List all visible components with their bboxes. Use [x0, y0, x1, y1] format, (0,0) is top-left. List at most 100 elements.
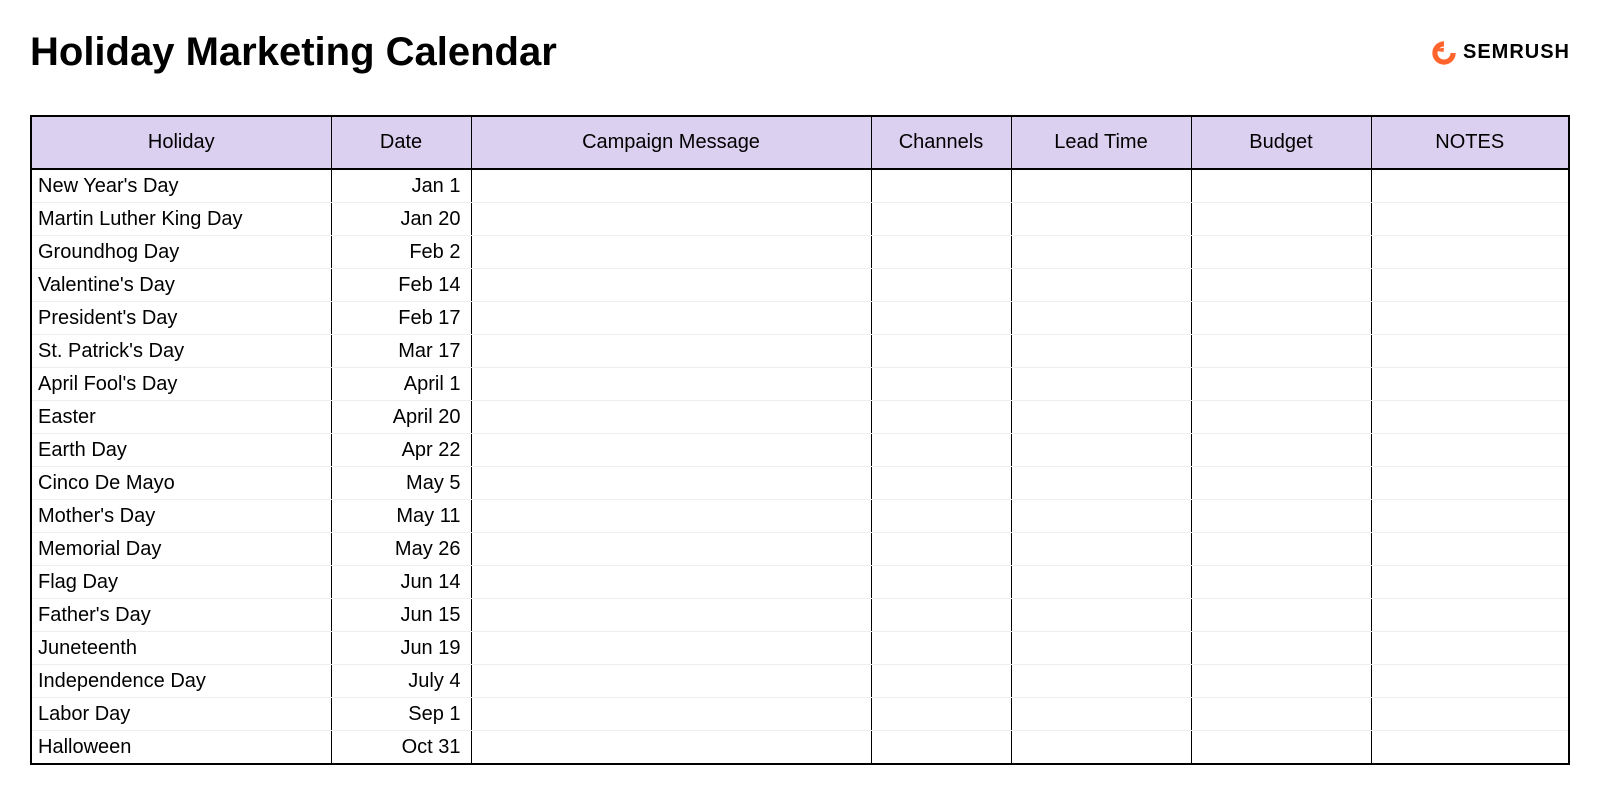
cell-channels	[871, 698, 1011, 731]
cell-notes	[1371, 434, 1569, 467]
cell-date: Sep 1	[331, 698, 471, 731]
cell-campaign	[471, 566, 871, 599]
cell-budget	[1191, 467, 1371, 500]
cell-campaign	[471, 269, 871, 302]
cell-date: Apr 22	[331, 434, 471, 467]
table-body: New Year's DayJan 1Martin Luther King Da…	[31, 169, 1569, 764]
cell-channels	[871, 665, 1011, 698]
cell-date: Mar 17	[331, 335, 471, 368]
cell-campaign	[471, 500, 871, 533]
cell-holiday: Martin Luther King Day	[31, 203, 331, 236]
cell-notes	[1371, 731, 1569, 765]
cell-campaign	[471, 169, 871, 203]
cell-lead-time	[1011, 169, 1191, 203]
cell-channels	[871, 203, 1011, 236]
table-row: President's DayFeb 17	[31, 302, 1569, 335]
cell-date: Feb 17	[331, 302, 471, 335]
cell-holiday: Mother's Day	[31, 500, 331, 533]
cell-date: Jun 15	[331, 599, 471, 632]
table-row: Martin Luther King DayJan 20	[31, 203, 1569, 236]
cell-notes	[1371, 368, 1569, 401]
cell-budget	[1191, 368, 1371, 401]
cell-holiday: St. Patrick's Day	[31, 335, 331, 368]
cell-date: Jun 14	[331, 566, 471, 599]
cell-notes	[1371, 599, 1569, 632]
cell-budget	[1191, 533, 1371, 566]
cell-campaign	[471, 401, 871, 434]
table-row: Groundhog DayFeb 2	[31, 236, 1569, 269]
cell-channels	[871, 335, 1011, 368]
cell-date: May 5	[331, 467, 471, 500]
cell-holiday: Halloween	[31, 731, 331, 765]
cell-budget	[1191, 500, 1371, 533]
cell-channels	[871, 533, 1011, 566]
col-header-budget: Budget	[1191, 116, 1371, 169]
cell-campaign	[471, 632, 871, 665]
col-header-campaign: Campaign Message	[471, 116, 871, 169]
cell-holiday: New Year's Day	[31, 169, 331, 203]
cell-budget	[1191, 302, 1371, 335]
cell-channels	[871, 302, 1011, 335]
cell-budget	[1191, 335, 1371, 368]
cell-budget	[1191, 169, 1371, 203]
cell-lead-time	[1011, 533, 1191, 566]
table-row: Earth DayApr 22	[31, 434, 1569, 467]
cell-notes	[1371, 533, 1569, 566]
cell-holiday: Cinco De Mayo	[31, 467, 331, 500]
cell-lead-time	[1011, 500, 1191, 533]
cell-date: April 1	[331, 368, 471, 401]
cell-budget	[1191, 731, 1371, 765]
table-header-row: Holiday Date Campaign Message Channels L…	[31, 116, 1569, 169]
cell-channels	[871, 566, 1011, 599]
cell-channels	[871, 401, 1011, 434]
cell-lead-time	[1011, 335, 1191, 368]
table-row: EasterApril 20	[31, 401, 1569, 434]
cell-holiday: Easter	[31, 401, 331, 434]
col-header-channels: Channels	[871, 116, 1011, 169]
cell-budget	[1191, 434, 1371, 467]
cell-campaign	[471, 434, 871, 467]
cell-holiday: Flag Day	[31, 566, 331, 599]
cell-channels	[871, 731, 1011, 765]
cell-lead-time	[1011, 731, 1191, 765]
cell-lead-time	[1011, 632, 1191, 665]
calendar-table: Holiday Date Campaign Message Channels L…	[30, 115, 1570, 765]
cell-campaign	[471, 203, 871, 236]
cell-channels	[871, 434, 1011, 467]
col-header-notes: NOTES	[1371, 116, 1569, 169]
page-title: Holiday Marketing Calendar	[30, 30, 557, 75]
cell-date: Jun 19	[331, 632, 471, 665]
cell-budget	[1191, 599, 1371, 632]
cell-budget	[1191, 632, 1371, 665]
cell-notes	[1371, 566, 1569, 599]
cell-date: Jan 1	[331, 169, 471, 203]
cell-holiday: April Fool's Day	[31, 368, 331, 401]
cell-notes	[1371, 203, 1569, 236]
cell-notes	[1371, 500, 1569, 533]
cell-notes	[1371, 236, 1569, 269]
brand-name: SEMRUSH	[1463, 41, 1570, 64]
cell-channels	[871, 236, 1011, 269]
cell-holiday: Juneteenth	[31, 632, 331, 665]
cell-budget	[1191, 698, 1371, 731]
cell-campaign	[471, 731, 871, 765]
cell-budget	[1191, 401, 1371, 434]
brand-logo: SEMRUSH	[1431, 40, 1570, 66]
cell-notes	[1371, 698, 1569, 731]
cell-holiday: President's Day	[31, 302, 331, 335]
cell-date: Oct 31	[331, 731, 471, 765]
cell-date: Feb 14	[331, 269, 471, 302]
cell-budget	[1191, 236, 1371, 269]
cell-budget	[1191, 665, 1371, 698]
table-row: HalloweenOct 31	[31, 731, 1569, 765]
col-header-date: Date	[331, 116, 471, 169]
table-row: Mother's DayMay 11	[31, 500, 1569, 533]
cell-lead-time	[1011, 599, 1191, 632]
table-row: Independence DayJuly 4	[31, 665, 1569, 698]
cell-lead-time	[1011, 467, 1191, 500]
cell-lead-time	[1011, 401, 1191, 434]
col-header-lead-time: Lead Time	[1011, 116, 1191, 169]
header: Holiday Marketing Calendar SEMRUSH	[30, 30, 1570, 75]
cell-channels	[871, 269, 1011, 302]
cell-channels	[871, 500, 1011, 533]
